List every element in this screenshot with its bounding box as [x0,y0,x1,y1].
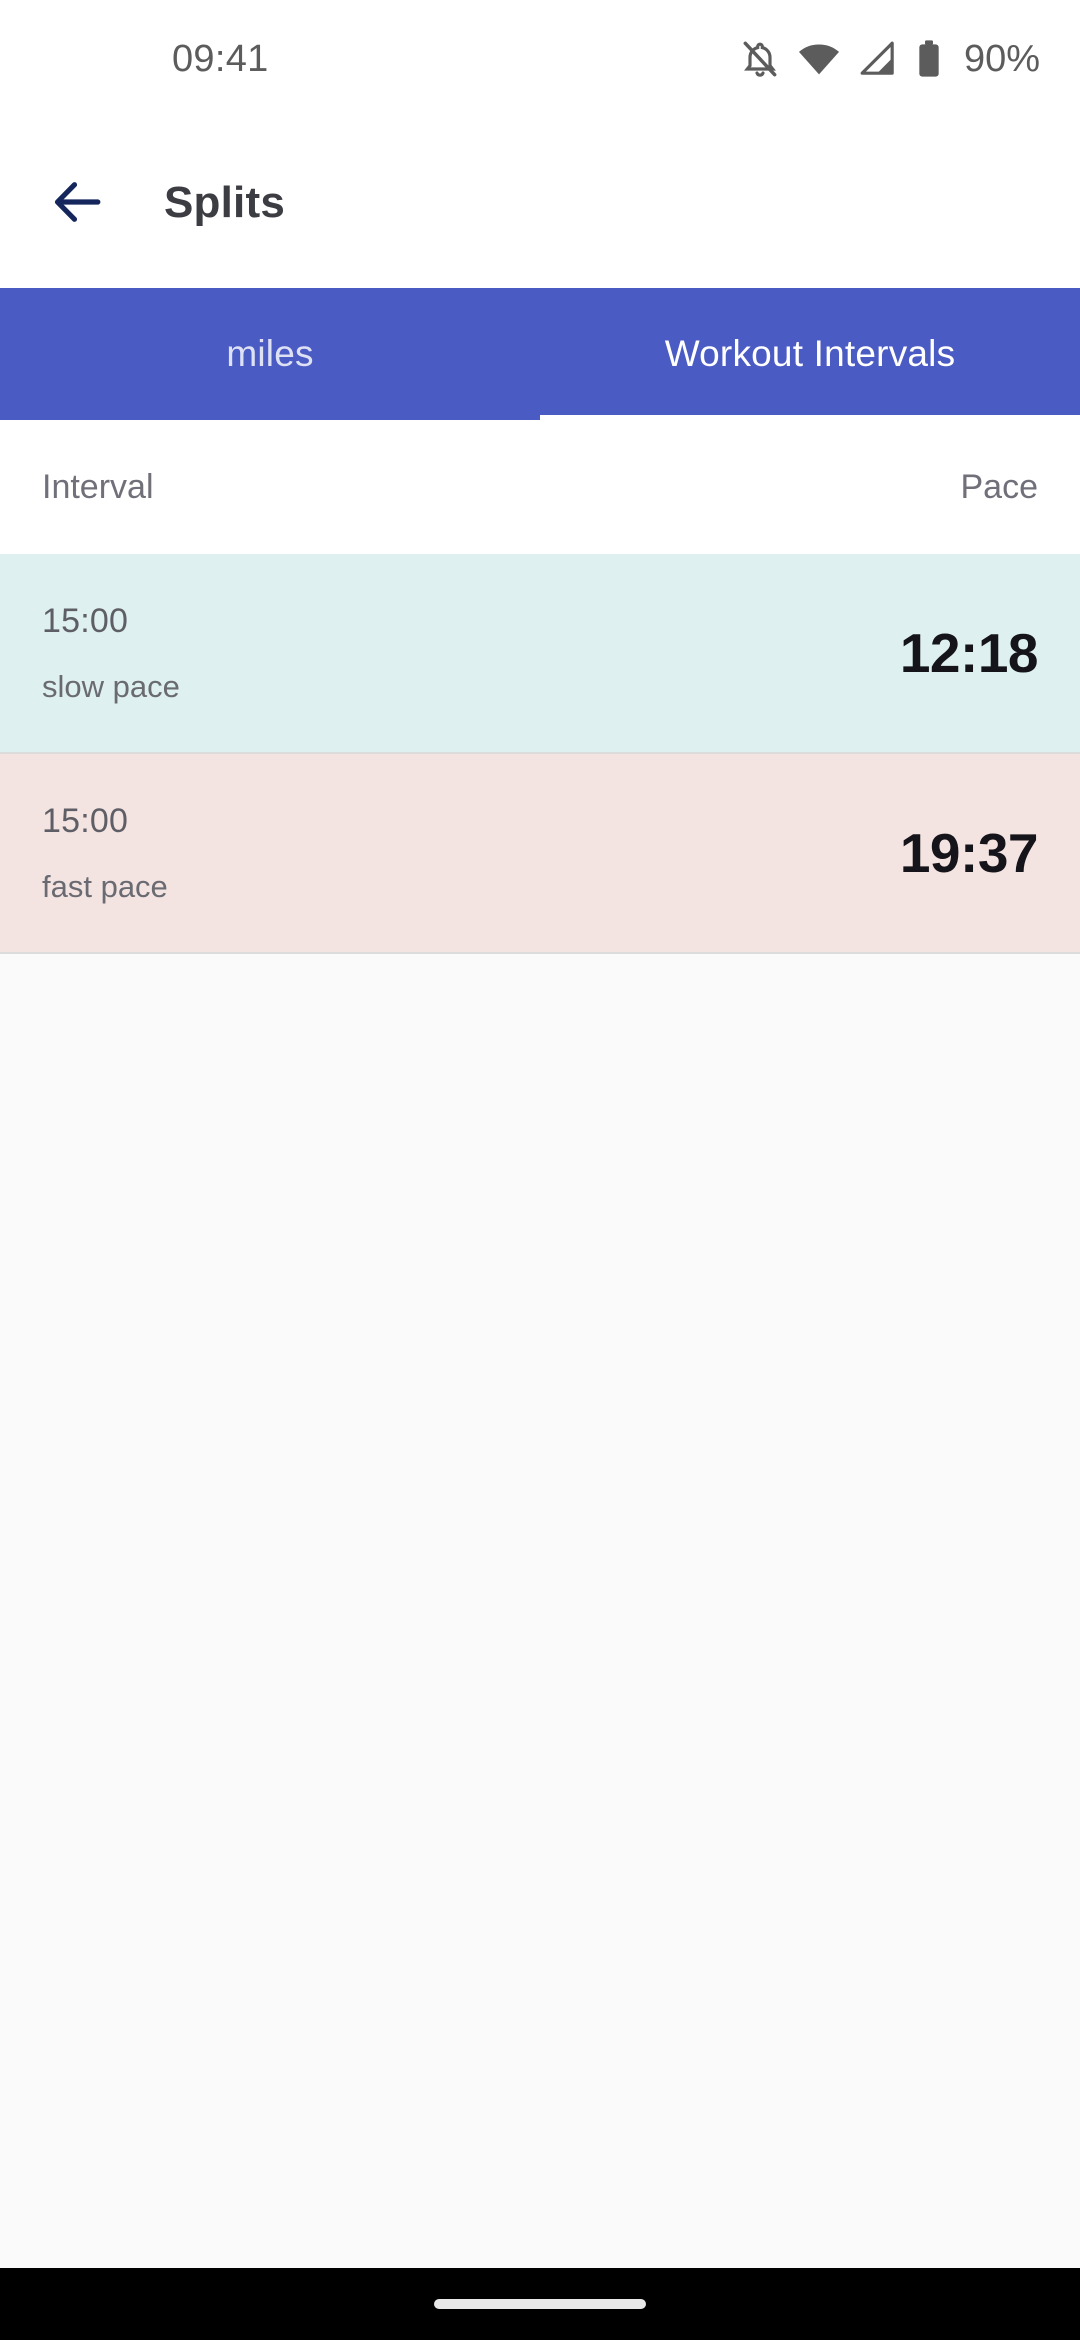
tab-workout-intervals[interactable]: Workout Intervals [540,288,1080,420]
home-indicator[interactable] [434,2299,646,2309]
interval-label: slow pace [42,668,180,704]
table-header-row: Interval Pace [0,420,1080,554]
status-icons: 90% [740,38,1040,81]
interval-cell: 15:00 slow pace [42,602,180,705]
tab-bar: miles Workout Intervals [0,288,1080,420]
tab-miles[interactable]: miles [0,288,540,420]
splits-table: Interval Pace 15:00 slow pace 12:18 15:0… [0,420,1080,2268]
status-bar: 09:41 90% [0,0,1080,118]
wifi-icon [798,39,840,79]
pace-value: 19:37 [899,822,1039,884]
pace-value: 12:18 [899,622,1039,684]
app-bar: Splits [0,118,1080,288]
back-arrow-icon [50,174,106,233]
tab-miles-label: miles [226,333,314,374]
interval-cell: 15:00 fast pace [42,802,168,905]
notifications-off-icon [740,39,780,79]
column-header-interval: Interval [42,467,154,506]
battery-percent: 90% [963,37,1040,80]
phone-screen: 09:41 90% Splits miles Workout Intervals… [0,0,1080,2340]
system-navigation-bar [0,2268,1080,2340]
table-row[interactable]: 15:00 fast pace 19:37 [0,754,1080,954]
column-header-pace: Pace [960,467,1039,506]
back-button[interactable] [42,167,114,239]
status-time: 09:41 [172,37,269,80]
interval-label: fast pace [42,868,168,904]
tab-workout-intervals-label: Workout Intervals [664,333,956,374]
interval-duration: 15:00 [42,801,129,840]
table-empty-space [0,954,1080,2268]
battery-icon [916,39,942,79]
interval-duration: 15:00 [42,601,129,640]
table-row[interactable]: 15:00 slow pace 12:18 [0,554,1080,754]
cellular-signal-icon [858,39,898,79]
page-title: Splits [164,178,285,227]
